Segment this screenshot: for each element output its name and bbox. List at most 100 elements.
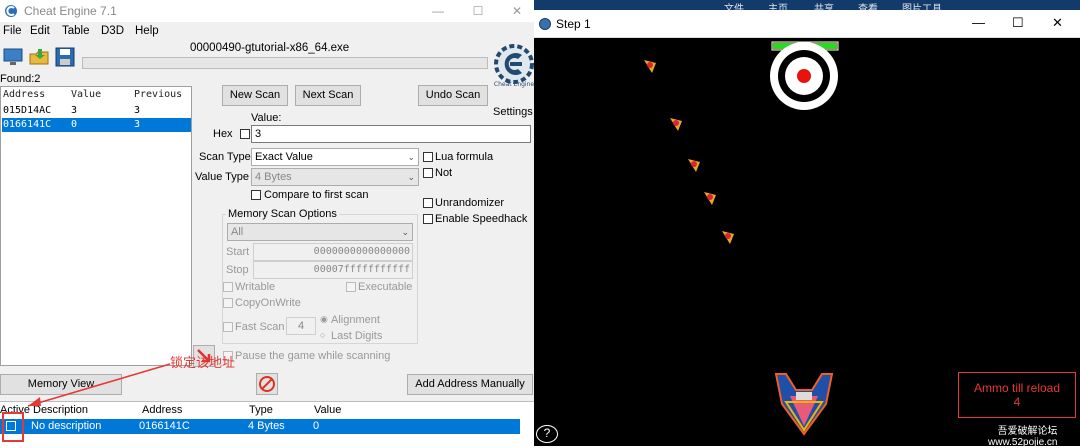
result-row[interactable]: 015D14AC 3 3	[2, 104, 191, 118]
writable-label: Writable	[235, 281, 276, 293]
stop-address-input[interactable]: 00007fffffffffff	[253, 261, 413, 279]
found-count: Found:2	[0, 73, 41, 85]
value-input[interactable]: 3	[251, 125, 531, 143]
ammo-counter: Ammo till reload 4	[958, 372, 1076, 418]
row-description: No description	[31, 420, 102, 432]
menu-file[interactable]: File	[3, 25, 22, 37]
game-title-bar: Step 1 — ☐ ✕	[534, 10, 1080, 38]
lua-formula-label: Lua formula	[435, 151, 494, 163]
hex-checkbox[interactable]	[240, 129, 250, 139]
watermark-line-2: www.52pojie.cn	[988, 437, 1058, 448]
last-digits-label: Last Digits	[331, 330, 383, 342]
bullet-icon	[688, 159, 700, 172]
watermark: 吾爱破解论坛 www.52pojie.cn	[988, 426, 1057, 448]
chevron-down-icon: ⌄	[401, 227, 409, 237]
game-app-icon	[539, 18, 551, 30]
result-row-selected[interactable]: 0166141C 0 3	[2, 118, 191, 132]
scan-progress-bar	[82, 57, 488, 69]
settings-label[interactable]: Settings	[493, 106, 533, 118]
chevron-down-icon: ⌄	[407, 172, 415, 182]
col-previous[interactable]: Previous	[134, 89, 182, 100]
settings-logo[interactable]: Cheat Engine Settings	[492, 42, 534, 118]
menu-table[interactable]: Table	[62, 25, 90, 37]
memory-scan-options-title: Memory Scan Options	[226, 208, 339, 220]
scan-results-list[interactable]: Address Value Previous 015D14AC 3 3 0166…	[0, 86, 192, 366]
fast-scan-checkbox[interactable]	[223, 322, 233, 332]
col-type[interactable]: Type	[249, 404, 273, 416]
result-value: 3	[71, 105, 78, 116]
process-name: 00000490-gtutorial-x86_64.exe	[190, 42, 350, 54]
row-address: 0166141C	[139, 420, 190, 432]
menu-help[interactable]: Help	[135, 25, 159, 37]
next-scan-button[interactable]: Next Scan	[295, 85, 361, 106]
game-window-title: Step 1	[556, 17, 591, 31]
background-window-ribbon: 文件 主页 共享 查看 图片工具	[534, 0, 1080, 15]
fast-scan-input[interactable]: 4	[286, 317, 316, 335]
title-bar: Cheat Engine 7.1 — ☐ ✕	[0, 0, 534, 22]
col-address[interactable]: Address	[3, 89, 45, 100]
window-title: Cheat Engine 7.1	[24, 4, 117, 18]
minimize-icon[interactable]: —	[972, 15, 985, 30]
maximize-icon[interactable]: ☐	[466, 2, 490, 20]
open-process-icon[interactable]	[2, 46, 24, 68]
player-ship-icon	[774, 373, 834, 436]
start-address-input[interactable]: 0000000000000000	[253, 243, 413, 261]
pause-game-label: Pause the game while scanning	[235, 350, 391, 362]
start-label: Start	[226, 246, 250, 258]
address-list-row[interactable]: No description 0166141C 4 Bytes 0	[0, 419, 520, 434]
undo-scan-button[interactable]: Undo Scan	[418, 85, 488, 106]
scan-type-select[interactable]: Exact Value ⌄	[251, 148, 419, 166]
value-label: Value:	[251, 112, 282, 124]
add-address-manually-button[interactable]: Add Address Manually	[407, 374, 533, 395]
target-icon	[770, 42, 838, 110]
cheat-engine-logo-icon	[5, 5, 17, 17]
alignment-label: Alignment	[331, 314, 380, 326]
menu-d3d[interactable]: D3D	[101, 25, 124, 37]
compare-first-checkbox[interactable]	[251, 190, 261, 200]
fast-scan-label: Fast Scan	[235, 321, 285, 333]
save-icon[interactable]	[54, 46, 76, 68]
annotation-highlight-box	[2, 412, 24, 442]
stop-icon	[259, 376, 275, 392]
alignment-radio[interactable]: ◉	[320, 314, 328, 325]
executable-checkbox[interactable]	[346, 282, 356, 292]
value-type-select[interactable]: 4 Bytes ⌄	[251, 168, 419, 186]
memory-region-select[interactable]: All ⌄	[227, 223, 413, 241]
lua-formula-checkbox[interactable]	[423, 152, 433, 162]
executable-label: Executable	[358, 281, 413, 293]
ammo-value: 4	[1013, 395, 1021, 409]
clear-list-button[interactable]	[256, 373, 278, 395]
menu-edit[interactable]: Edit	[30, 25, 50, 37]
col-value[interactable]: Value	[314, 404, 341, 416]
copyonwrite-checkbox[interactable]	[223, 298, 233, 308]
help-button[interactable]: ?	[536, 425, 558, 443]
row-type: 4 Bytes	[248, 420, 285, 432]
last-digits-radio[interactable]: ○	[320, 330, 325, 340]
row-value: 0	[313, 420, 320, 432]
close-icon[interactable]: ✕	[1052, 15, 1063, 31]
chevron-down-icon: ⌄	[407, 152, 415, 162]
bullet-icon	[722, 231, 734, 244]
writable-checkbox[interactable]	[223, 282, 233, 292]
hex-label: Hex	[213, 128, 233, 140]
value-type-label: Value Type	[195, 171, 250, 183]
not-checkbox[interactable]	[423, 168, 433, 178]
new-scan-button[interactable]: New Scan	[222, 85, 288, 106]
result-previous: 3	[134, 105, 141, 116]
ammo-label: Ammo till reload	[973, 381, 1061, 395]
minimize-icon[interactable]: —	[426, 2, 450, 20]
open-file-icon[interactable]	[28, 46, 50, 68]
unrandomizer-label: Unrandomizer	[435, 197, 505, 209]
not-label: Not	[435, 167, 453, 179]
menu-bar: File Edit Table D3D Help	[0, 23, 534, 41]
unrandomizer-checkbox[interactable]	[423, 198, 433, 208]
close-icon[interactable]: ✕	[505, 2, 529, 20]
bullet-icon	[704, 192, 716, 205]
watermark-line-1: 吾爱破解论坛	[997, 426, 1058, 437]
stop-label: Stop	[226, 264, 249, 276]
maximize-icon[interactable]: ☐	[1012, 15, 1024, 31]
bullet-icon	[644, 60, 656, 73]
col-value[interactable]: Value	[71, 89, 101, 100]
speedhack-label: Enable Speedhack	[435, 213, 528, 225]
speedhack-checkbox[interactable]	[423, 214, 433, 224]
